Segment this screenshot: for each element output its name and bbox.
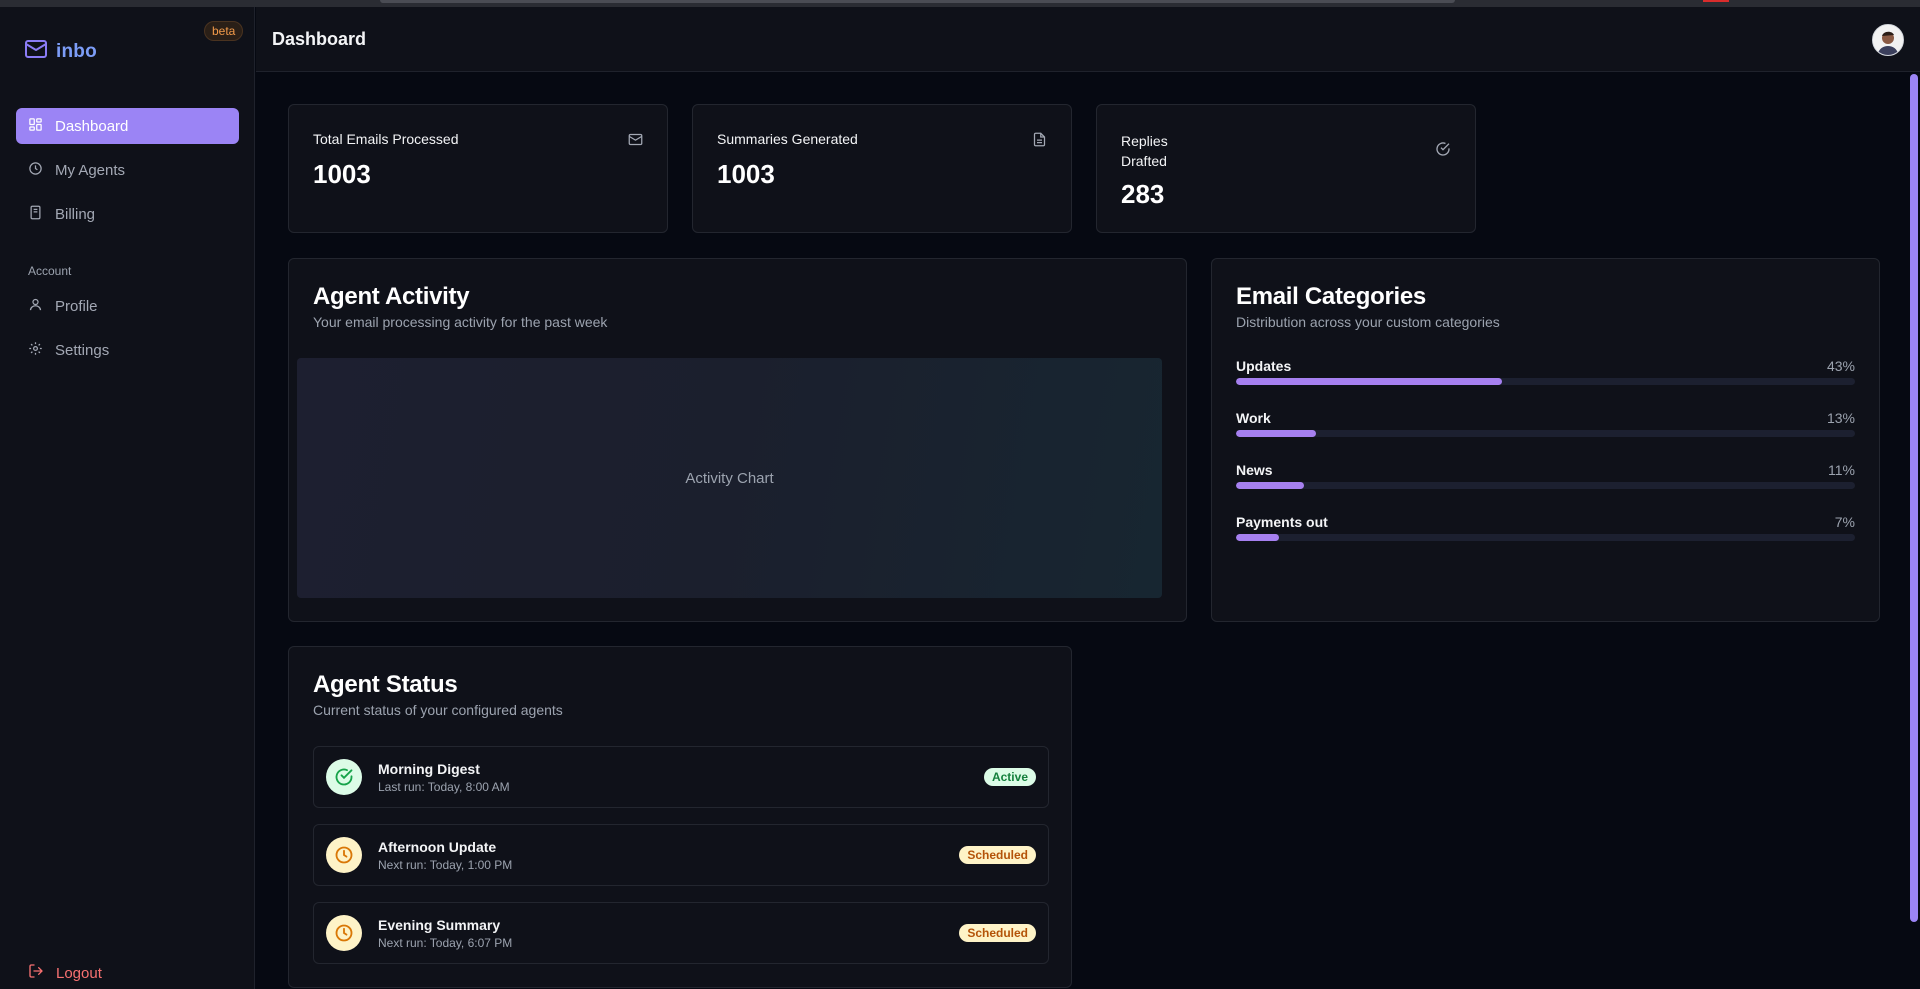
stat-label-line: Replies [1121, 133, 1168, 149]
page-title: Dashboard [272, 29, 367, 49]
user-icon [28, 297, 43, 316]
app-name: inbo [56, 40, 97, 62]
receipt-icon [28, 205, 43, 224]
category-percent: 43% [1826, 358, 1855, 374]
agent-name: Evening Summary [378, 917, 501, 933]
dashboard-icon [28, 117, 43, 136]
agent-name: Morning Digest [378, 761, 480, 777]
browser-top-strip [0, 0, 1920, 7]
agent-meta: Next run: Today, 6:07 PM [378, 936, 513, 950]
status-badge: Scheduled [959, 924, 1036, 942]
status-badge: Active [983, 768, 1036, 786]
scrollbar-thumb[interactable] [1910, 74, 1918, 922]
card-subtitle: Your email processing activity for the p… [313, 314, 608, 330]
app-logo[interactable]: inbo [24, 37, 97, 66]
stat-card-summaries: Summaries Generated 1003 [692, 104, 1072, 233]
top-header: Dashboard [256, 7, 1920, 72]
browser-tab-bar [380, 0, 1455, 3]
sidebar-item-label: Dashboard [55, 117, 129, 135]
mail-icon [628, 132, 643, 152]
agent-meta: Last run: Today, 8:00 AM [378, 780, 510, 794]
card-title: Agent Status [313, 671, 458, 698]
sidebar-item-my-agents[interactable]: My Agents [16, 152, 239, 188]
stat-value: 1003 [313, 159, 371, 189]
sidebar-item-settings[interactable]: Settings [16, 332, 239, 368]
sidebar-item-label: My Agents [55, 161, 126, 179]
category-progress-track [1236, 482, 1855, 489]
clock-icon [326, 915, 362, 951]
stat-label: Summaries Generated [717, 131, 858, 147]
mail-icon [24, 37, 48, 66]
category-name: News [1236, 462, 1273, 478]
document-icon [1032, 132, 1047, 152]
category-progress-track [1236, 534, 1855, 541]
status-badge: Scheduled [959, 846, 1036, 864]
chart-placeholder-text: Activity Chart [685, 469, 774, 487]
agent-row-afternoon-update[interactable]: Afternoon Update Next run: Today, 1:00 P… [313, 824, 1049, 886]
agent-activity-card: Agent Activity Your email processing act… [288, 258, 1187, 622]
category-percent: 7% [1834, 514, 1855, 530]
sidebar-item-billing[interactable]: Billing [16, 196, 239, 232]
stat-label: Total Emails Processed [313, 131, 459, 147]
card-subtitle: Distribution across your custom categori… [1236, 314, 1500, 330]
sidebar: inbo beta Dashboard My Agents Billing Ac… [0, 7, 255, 989]
sidebar-item-dashboard[interactable]: Dashboard [16, 108, 239, 144]
category-progress-track [1236, 430, 1855, 437]
category-name: Work [1236, 410, 1271, 426]
activity-chart-placeholder: Activity Chart [297, 358, 1162, 598]
recording-indicator [1703, 0, 1729, 2]
category-percent: 11% [1828, 462, 1855, 478]
stat-label-line: Drafted [1121, 153, 1167, 169]
check-circle-icon [326, 759, 362, 795]
gear-icon [28, 341, 43, 360]
category-name: Payments out [1236, 514, 1328, 530]
account-section-label: Account [28, 264, 72, 278]
stat-card-emails: Total Emails Processed 1003 [288, 104, 668, 233]
clock-icon [326, 837, 362, 873]
category-progress-fill [1236, 534, 1280, 541]
check-circle-icon [1435, 141, 1451, 162]
card-subtitle: Current status of your configured agents [313, 702, 563, 718]
agent-name: Afternoon Update [378, 839, 497, 855]
email-categories-card: Email Categories Distribution across you… [1211, 258, 1880, 622]
agent-status-card: Agent Status Current status of your conf… [288, 646, 1072, 988]
clock-icon [28, 161, 43, 180]
agent-row-morning-digest[interactable]: Morning Digest Last run: Today, 8:00 AM … [313, 746, 1049, 808]
card-title: Agent Activity [313, 283, 470, 310]
sidebar-item-label: Settings [55, 341, 110, 359]
category-progress-fill [1236, 378, 1503, 385]
category-percent: 13% [1826, 410, 1855, 426]
category-name: Updates [1236, 358, 1292, 374]
sidebar-item-label: Profile [55, 297, 98, 315]
stat-label: Replies Drafted [1121, 131, 1168, 171]
category-progress-fill [1236, 430, 1317, 437]
stat-value: 283 [1121, 179, 1165, 209]
card-title: Email Categories [1236, 283, 1426, 310]
logout-label: Logout [56, 964, 102, 982]
category-progress-fill [1236, 482, 1305, 489]
agent-meta: Next run: Today, 1:00 PM [378, 858, 513, 872]
category-progress-track [1236, 378, 1855, 385]
beta-badge: beta [204, 21, 244, 41]
logout-icon [28, 963, 44, 983]
sidebar-item-label: Billing [55, 205, 96, 223]
agent-row-evening-summary[interactable]: Evening Summary Next run: Today, 6:07 PM… [313, 902, 1049, 964]
stat-card-replies: Replies Drafted 283 [1096, 104, 1476, 233]
stat-value: 1003 [717, 159, 775, 189]
avatar[interactable] [1872, 24, 1904, 56]
logout-button[interactable]: Logout [28, 963, 102, 983]
sidebar-item-profile[interactable]: Profile [16, 288, 239, 324]
